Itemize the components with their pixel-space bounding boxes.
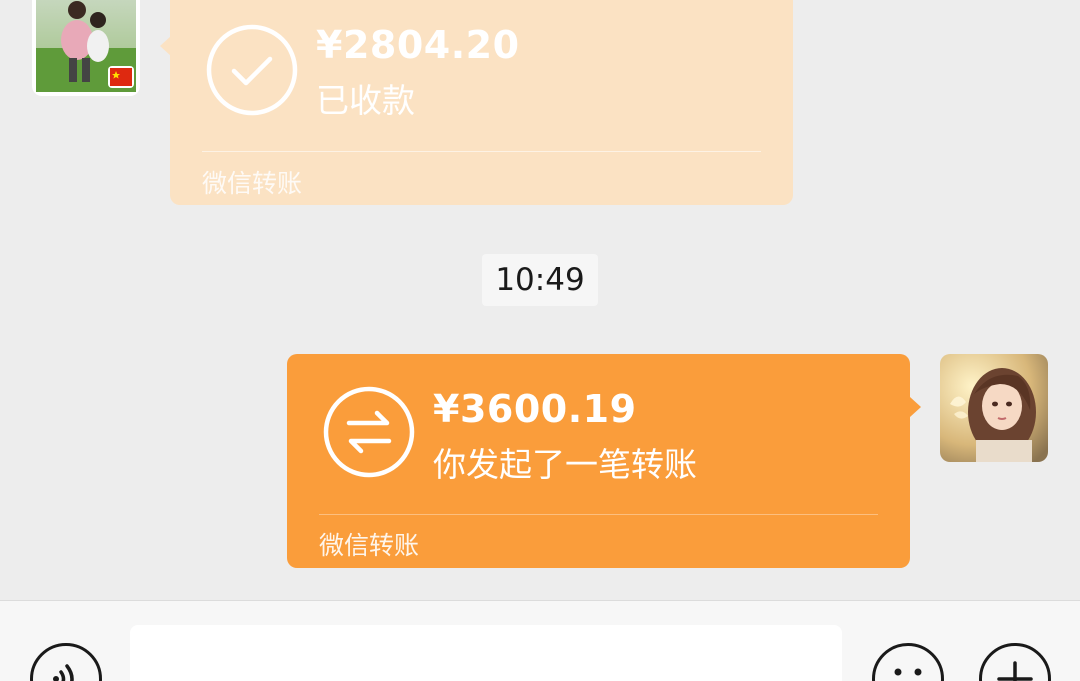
my-avatar[interactable]	[940, 354, 1048, 462]
sent-transfer-card[interactable]: ¥3600.19 你发起了一笔转账 微信转账	[287, 354, 910, 568]
voice-input-button[interactable]	[30, 643, 102, 681]
message-text-input[interactable]	[130, 625, 842, 681]
message-timestamp: 10:49	[482, 254, 598, 306]
transfer-footer-label: 微信转账	[319, 531, 420, 560]
chat-screen: ¥2804.20 已收款 微信转账 10:49 ¥3600.19 你发起了一笔转…	[0, 0, 1080, 681]
emoji-button[interactable]	[872, 643, 944, 681]
more-actions-button[interactable]	[979, 643, 1051, 681]
transfer-amount: ¥2804.20	[316, 23, 520, 67]
transfer-arrows-icon	[323, 386, 415, 478]
plus-icon	[997, 661, 1033, 681]
card-divider	[319, 514, 878, 515]
card-divider	[202, 151, 761, 152]
transfer-status: 你发起了一笔转账	[433, 445, 697, 484]
transfer-status: 已收款	[316, 81, 415, 120]
received-transfer-card[interactable]: ¥2804.20 已收款 微信转账	[170, 0, 793, 205]
checkmark-circle-icon	[206, 24, 298, 116]
emoji-icon	[894, 668, 922, 676]
contact-avatar[interactable]	[32, 0, 140, 96]
transfer-amount: ¥3600.19	[433, 387, 637, 431]
transfer-footer-label: 微信转账	[202, 169, 303, 198]
voice-icon	[53, 664, 74, 681]
message-input-bar	[0, 600, 1080, 681]
bubble-tail	[910, 397, 921, 417]
